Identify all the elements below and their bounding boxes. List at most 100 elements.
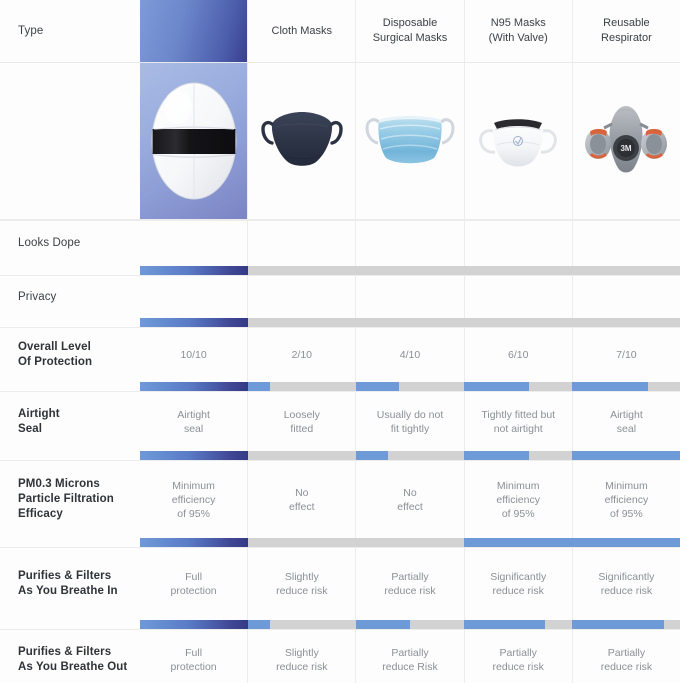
cell-value: 7/10 (616, 349, 637, 361)
rating-bar-privacy-disposable-surgical-masks (356, 318, 464, 327)
rating-bar-airtight-seal-reusable-respirator (572, 451, 680, 460)
rating-bar-fill (572, 620, 664, 629)
bar-row-spacer (0, 266, 140, 275)
rating-bar-fill (140, 620, 248, 629)
bar-row-spacer (0, 620, 140, 629)
rating-bar-purifies-filters-as-you-breathe-in-featured-product (140, 620, 248, 629)
product-cell-disposable-surgical-masks (355, 63, 464, 219)
table-row-looks-dope: Looks Dope (0, 221, 680, 266)
row-label-looks-dope: Looks Dope (0, 221, 140, 266)
cell-airtight-seal-featured-product: Airtight seal (140, 392, 248, 451)
cell-value: Tightly fitted but not airtight (481, 408, 556, 435)
row-cells: 10/10 2/10 4/10 6/10 7/10 (140, 328, 680, 382)
row-label-pm03-microns-particle-filtration-efficacy: PM0.3 Microns Particle Filtration Efficacy (0, 461, 140, 538)
cell-pm03-microns-particle-filtration-efficacy-cloth-masks: No effect (247, 461, 356, 538)
cell-purifies-filters-as-you-breathe-out-n95-masks-with-valve: Partially reduce risk (463, 630, 572, 683)
column-header-label: Cloth Masks (271, 24, 333, 37)
bar-row-spacer (0, 451, 140, 460)
rating-bars (140, 538, 680, 547)
row-cells: Minimum efficiency of 95% No effect No effect M… (140, 461, 680, 538)
rating-bar-purifies-filters-as-you-breathe-in-disposable-surgical-masks (356, 620, 464, 629)
rating-bar-purifies-filters-as-you-breathe-in-n95-masks-with-valve (464, 620, 572, 629)
rating-bar-purifies-filters-as-you-breathe-in-cloth-masks (248, 620, 356, 629)
cell-value: Full protection (170, 647, 217, 673)
rating-bar-overall-level-of-protection-reusable-respirator (572, 382, 680, 391)
cell-looks-dope-reusable-respirator (571, 221, 680, 266)
rating-bar-pm03-microns-particle-filtration-efficacy-featured-product (140, 538, 248, 547)
cell-overall-level-of-protection-cloth-masks: 2/10 (247, 328, 356, 382)
rating-bar-airtight-seal-featured-product (140, 451, 248, 460)
column-header-cloth-masks: Cloth Masks (247, 0, 356, 62)
bar-row-spacer (0, 538, 140, 547)
rating-bar-row-pm03-microns-particle-filtration-efficacy (0, 538, 680, 547)
cell-value: Full protection (170, 571, 217, 597)
image-row-spacer (0, 63, 140, 219)
table-row-pm03-microns-particle-filtration-efficacy: PM0.3 Microns Particle Filtration Efficacy… (0, 461, 680, 538)
cell-purifies-filters-as-you-breathe-out-cloth-masks: Slightly reduce risk (247, 630, 356, 683)
rating-bar-row-overall-level-of-protection (0, 382, 680, 391)
cell-value: Significantly reduce risk (598, 571, 655, 597)
rating-bar-fill (572, 451, 680, 460)
rating-bars (140, 620, 680, 629)
product-cell-cloth-masks (247, 63, 356, 219)
cell-value: Minimum efficiency of 95% (604, 479, 649, 520)
table-header-row: Type Cloth Masks Disposable Surgical Mask… (0, 0, 680, 63)
product-image-row: 3M (0, 63, 680, 220)
cell-privacy-reusable-respirator (571, 276, 680, 318)
cell-looks-dope-cloth-masks (247, 221, 356, 266)
cell-pm03-microns-particle-filtration-efficacy-featured-product: Minimum efficiency of 95% (140, 461, 248, 538)
table-row-overall-level-of-protection: Overall Level Of Protection 10/10 2/10 4/10 6… (0, 328, 680, 382)
cell-privacy-n95-masks-with-valve (463, 276, 572, 318)
rating-bar-fill (572, 538, 680, 547)
surgical-mask-icon (356, 69, 463, 213)
cell-privacy-disposable-surgical-masks (355, 276, 464, 318)
rating-bar-looks-dope-n95-masks-with-valve (464, 266, 572, 275)
header-type-label: Type (0, 0, 140, 62)
row-cells: Airtight seal Loosely fitted Usually do not f… (140, 392, 680, 451)
cell-value: 10/10 (180, 349, 207, 361)
rating-bar-fill (140, 451, 248, 460)
row-cells (140, 221, 680, 266)
cell-purifies-filters-as-you-breathe-in-cloth-masks: Slightly reduce risk (247, 548, 356, 620)
respirator-icon: 3M (573, 69, 680, 213)
rating-bar-fill (356, 382, 400, 391)
rating-bar-row-privacy (0, 318, 680, 327)
rating-bar-privacy-cloth-masks (248, 318, 356, 327)
cell-overall-level-of-protection-disposable-surgical-masks: 4/10 (355, 328, 464, 382)
cell-value: Significantly reduce risk (490, 571, 547, 597)
cell-value: Minimum efficiency of 95% (171, 479, 216, 520)
cell-overall-level-of-protection-featured-product: 10/10 (140, 328, 248, 382)
cell-value: Partially reduce risk (384, 571, 436, 597)
rating-bar-pm03-microns-particle-filtration-efficacy-disposable-surgical-masks (356, 538, 464, 547)
cell-value: 6/10 (507, 349, 529, 361)
rating-bar-privacy-reusable-respirator (572, 318, 680, 327)
cell-looks-dope-featured-product (140, 221, 248, 266)
cell-value: Minimum efficiency of 95% (496, 479, 540, 520)
rating-bar-fill (356, 620, 410, 629)
cell-looks-dope-n95-masks-with-valve (463, 221, 572, 266)
cell-value: 2/10 (291, 349, 313, 361)
table-row-purifies-filters-as-you-breathe-in: Purifies & Filters As You Breathe In Full p… (0, 548, 680, 620)
cell-looks-dope-disposable-surgical-masks (355, 221, 464, 266)
cell-airtight-seal-n95-masks-with-valve: Tightly fitted but not airtight (463, 392, 572, 451)
rating-bar-fill (464, 382, 529, 391)
cell-value: Slightly reduce risk (276, 571, 328, 597)
product-images: 3M (140, 63, 680, 219)
rating-bars (140, 266, 680, 275)
cell-value: Loosely fitted (283, 408, 320, 435)
column-header-featured-product (140, 0, 248, 62)
rating-bar-fill (248, 382, 270, 391)
rating-bar-fill (140, 318, 248, 327)
cell-value: No effect (397, 486, 423, 513)
rating-bar-looks-dope-featured-product (140, 266, 248, 275)
rating-bar-pm03-microns-particle-filtration-efficacy-n95-masks-with-valve (464, 538, 572, 547)
cell-value: Usually do not fit tightly (376, 408, 444, 435)
cell-pm03-microns-particle-filtration-efficacy-disposable-surgical-masks: No effect (355, 461, 464, 538)
column-header-label: Disposable Surgical Masks (372, 17, 448, 44)
row-label-airtight-seal: Airtight Seal (0, 392, 140, 451)
row-cells: Full protection Slightly reduce risk Partial… (140, 548, 680, 620)
column-header-label: Reusable Respirator (601, 17, 652, 44)
rating-bar-looks-dope-disposable-surgical-masks (356, 266, 464, 275)
rating-bar-airtight-seal-n95-masks-with-valve (464, 451, 572, 460)
rating-bar-purifies-filters-as-you-breathe-in-reusable-respirator (572, 620, 680, 629)
